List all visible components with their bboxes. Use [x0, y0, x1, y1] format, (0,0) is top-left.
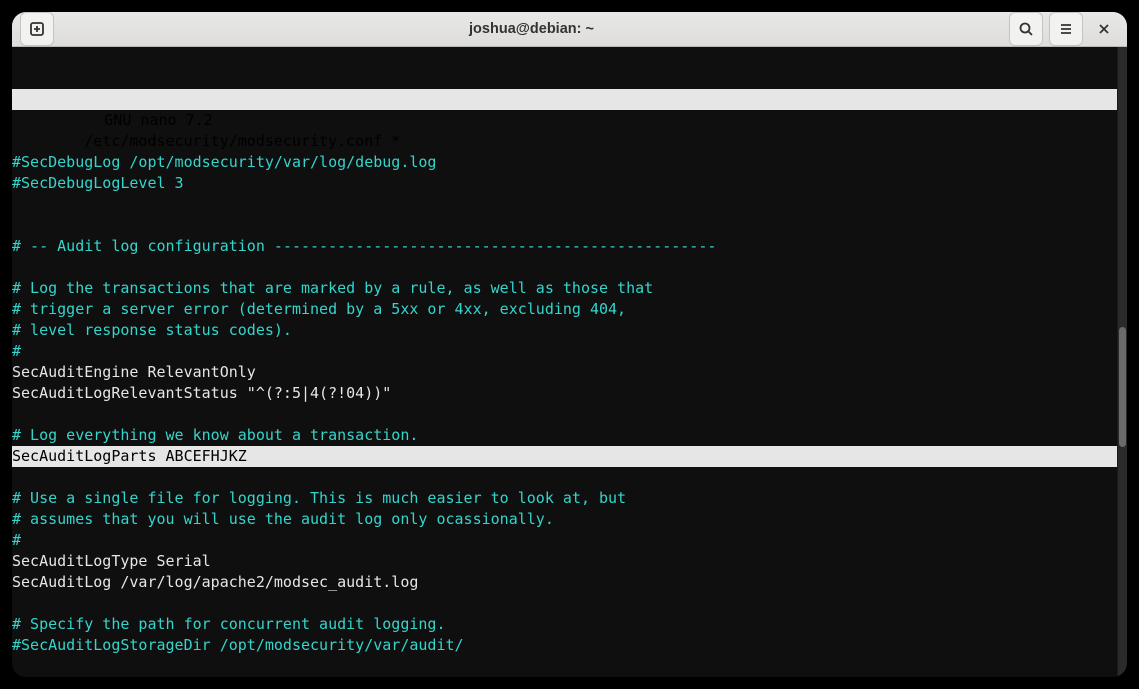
editor-lines: #SecDebugLog /opt/modsecurity/var/log/de… [12, 152, 1117, 677]
editor-line: # Log the transactions that are marked b… [12, 278, 1117, 299]
editor-line: # Use a single file for logging. This is… [12, 488, 1117, 509]
editor-line: # Log everything we know about a transac… [12, 425, 1117, 446]
terminal-content[interactable]: GNU nano 7.2 /etc/modsecurity/modsecurit… [12, 47, 1117, 677]
editor-line [12, 467, 1117, 488]
editor-line: # [12, 530, 1117, 551]
close-button[interactable] [1089, 12, 1119, 46]
editor-line [12, 194, 1117, 215]
editor-line [12, 215, 1117, 236]
window-title: joshua@debian: ~ [60, 21, 1003, 37]
editor-line [12, 257, 1117, 278]
nano-statusbar: GNU nano 7.2 /etc/modsecurity/modsecurit… [12, 89, 1117, 110]
editor-line: SecAuditLogParts ABCEFHJKZ [12, 446, 1117, 467]
scrollbar[interactable] [1117, 47, 1127, 677]
menu-button[interactable] [1049, 12, 1083, 46]
editor-line: #SecDebugLog /opt/modsecurity/var/log/de… [12, 152, 1117, 173]
titlebar: joshua@debian: ~ [12, 12, 1127, 47]
editor-line: #SecAuditLogStorageDir /opt/modsecurity/… [12, 635, 1117, 656]
new-tab-button[interactable] [20, 12, 54, 46]
editor-line: # [12, 341, 1117, 362]
editor-line [12, 404, 1117, 425]
terminal-window: joshua@debian: ~ GNU nano 7.2 /etc/modse… [12, 12, 1127, 677]
editor-line: SecAuditLogRelevantStatus "^(?:5|4(?!04)… [12, 383, 1117, 404]
editor-line: # trigger a server error (determined by … [12, 299, 1117, 320]
search-button[interactable] [1009, 12, 1043, 46]
editor-filename: /etc/modsecurity/modsecurity.conf * [84, 132, 400, 150]
editor-line [12, 656, 1117, 677]
editor-line: # -- Audit log configuration -----------… [12, 236, 1117, 257]
editor-line: SecAuditEngine RelevantOnly [12, 362, 1117, 383]
editor-line: # Specify the path for concurrent audit … [12, 614, 1117, 635]
editor-line [12, 593, 1117, 614]
editor-line: # level response status codes). [12, 320, 1117, 341]
scrollbar-thumb[interactable] [1119, 327, 1126, 447]
editor-line: SecAuditLog /var/log/apache2/modsec_audi… [12, 572, 1117, 593]
editor-line: # assumes that you will use the audit lo… [12, 509, 1117, 530]
editor-line: #SecDebugLogLevel 3 [12, 173, 1117, 194]
editor-name: GNU nano 7.2 [84, 111, 212, 129]
editor-line: SecAuditLogType Serial [12, 551, 1117, 572]
